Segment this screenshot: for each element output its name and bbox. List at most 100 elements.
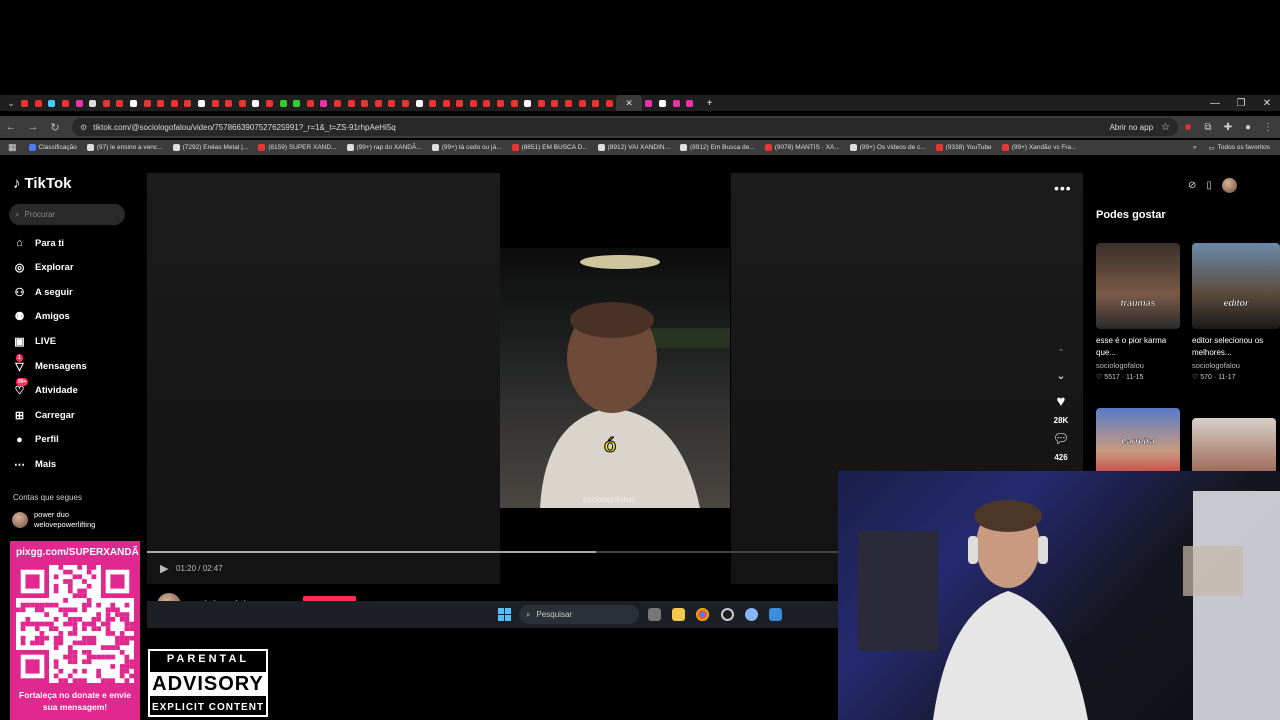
app-blue-icon[interactable] (769, 608, 782, 621)
tab-favicon[interactable] (208, 97, 222, 109)
like-icon[interactable]: ♥ (1050, 393, 1072, 410)
tab-favicon[interactable] (249, 97, 263, 109)
tab-favicon[interactable] (344, 97, 358, 109)
card-thumbnail[interactable]: traumas (1096, 243, 1180, 329)
bookmark-item[interactable]: (9338) YouTube (935, 144, 992, 151)
sidebar-item-live[interactable]: ▣ LIVE (12, 333, 56, 349)
video-content[interactable] (500, 248, 730, 508)
taskbar-search[interactable]: ⌕ Pesquisar (519, 605, 639, 624)
suggestion-card[interactable]: editor editor selecionou os melhores... so… (1192, 243, 1280, 381)
url-text[interactable]: tiktok.com/@sociologofalou/video/7578663… (93, 123, 1109, 132)
tab-favicon[interactable] (317, 97, 331, 109)
close-window-icon[interactable]: ✕ (1254, 98, 1280, 109)
tab-favicon[interactable] (642, 97, 656, 109)
progress-bar[interactable] (147, 551, 838, 553)
chrome-icon[interactable] (696, 608, 709, 621)
tab-favicon[interactable] (548, 97, 562, 109)
menu-icon[interactable]: ⋮ (1258, 122, 1278, 133)
bookmark-item[interactable]: (99+) Xandão vs Fra... (1001, 144, 1077, 151)
sidebar-item-atividade[interactable]: ♡ 99+ Atividade (12, 378, 78, 399)
tab-favicon[interactable] (589, 97, 603, 109)
sidebar-item-mensagens[interactable]: ▽ 1 Mensagens (12, 353, 87, 374)
play-icon[interactable]: ▶ (160, 562, 168, 575)
tab-favicon[interactable] (521, 97, 535, 109)
all-bookmarks-folder[interactable]: ▭ Todos os favoritos (1208, 144, 1270, 152)
forward-icon[interactable]: → (22, 121, 44, 133)
suggestion-card[interactable]: traumas esse é o pior karma que... sociolo… (1096, 243, 1180, 381)
tab-favicon[interactable] (140, 97, 154, 109)
omnibox[interactable]: ⚙ tiktok.com/@sociologofalou/video/75786… (72, 118, 1178, 136)
card-user[interactable]: sociologofalou (1096, 361, 1180, 370)
maximize-icon[interactable]: ❐ (1228, 98, 1254, 109)
bookmark-item[interactable]: (8912) Em Busca de... (680, 144, 755, 151)
sidebar-item-mais[interactable]: ⋯ Mais (12, 456, 56, 472)
search-input[interactable]: ⌕ Procurar (9, 204, 125, 225)
tab-favicon[interactable] (507, 97, 521, 109)
bookmarks-overflow-icon[interactable]: » (1193, 144, 1197, 151)
tab-favicon[interactable] (45, 97, 59, 109)
tab-favicon[interactable] (236, 97, 250, 109)
bookmark-item[interactable]: (7292) Enéas Metal |... (172, 144, 248, 151)
bookmark-item[interactable]: (8851) EM BUSCA D... (511, 144, 588, 151)
bookmark-item[interactable]: (99+) tá cedo ou já... (431, 144, 502, 151)
tab-favicon[interactable] (399, 97, 413, 109)
card-thumbnail[interactable]: editor (1192, 243, 1280, 329)
bookmark-item[interactable]: (99+) Os vídeos de c... (849, 144, 926, 151)
tab-favicon[interactable] (72, 97, 86, 109)
tiktok-logo[interactable]: ♪ TikTok (13, 175, 71, 192)
extension-icon[interactable]: ⧉ (1198, 122, 1218, 133)
apps-grid-icon[interactable]: ▦ (8, 142, 17, 153)
tab-favicon[interactable] (168, 97, 182, 109)
active-tab-close-icon[interactable]: ✕ (616, 95, 643, 111)
open-in-app-button[interactable]: Abrir no app (1109, 123, 1153, 132)
tab-favicon[interactable] (59, 97, 73, 109)
comment-icon[interactable]: 💬︎ (1050, 431, 1072, 447)
tab-favicon[interactable] (669, 97, 683, 109)
tab-favicon[interactable] (494, 97, 508, 109)
extensions-puzzle-icon[interactable]: ✚ (1218, 122, 1238, 133)
tab-favicon[interactable] (371, 97, 385, 109)
tab-favicon[interactable] (290, 97, 304, 109)
tab-favicon[interactable] (154, 97, 168, 109)
bookmark-item[interactable]: (99+) rap do XANDÃ... (346, 144, 422, 151)
next-video-icon[interactable]: ⌄ (1050, 369, 1072, 382)
tab-favicon[interactable] (303, 97, 317, 109)
tab-favicon[interactable] (603, 97, 617, 109)
file-explorer-icon[interactable] (672, 608, 685, 621)
device-icon[interactable]: ▯ (1206, 180, 1212, 191)
coin-icon[interactable]: ⊘ (1188, 180, 1196, 191)
tab-favicon[interactable] (263, 97, 277, 109)
extension-red-icon[interactable]: ■ (1178, 122, 1198, 133)
reload-icon[interactable]: ↻ (44, 121, 66, 134)
bookmark-item[interactable]: (8159) SUPER XAND... (258, 144, 337, 151)
back-icon[interactable]: ← (0, 121, 22, 133)
card-user[interactable]: sociologofalou (1192, 361, 1280, 370)
more-options-icon[interactable]: ••• (1054, 180, 1072, 196)
tab-favicon[interactable] (385, 97, 399, 109)
tab-favicon[interactable] (195, 97, 209, 109)
new-tab-icon[interactable]: + (697, 98, 723, 109)
sidebar-item-explorar[interactable]: ◎ Explorar (12, 260, 74, 276)
profile-avatar-icon[interactable]: ● (1238, 122, 1258, 133)
tab-favicon[interactable] (113, 97, 127, 109)
tab-favicon[interactable] (86, 97, 100, 109)
tab-favicon[interactable] (222, 97, 236, 109)
tab-favicon[interactable] (575, 97, 589, 109)
tab-favicon[interactable] (331, 97, 345, 109)
minimize-icon[interactable]: — (1202, 98, 1228, 109)
tab-favicon[interactable] (412, 97, 426, 109)
star-icon[interactable]: ☆ (1161, 122, 1170, 133)
tab-search-chevron-icon[interactable]: ⌄ (4, 96, 18, 110)
task-view-icon[interactable] (648, 608, 661, 621)
following-item[interactable]: power duo welovepowerlifting (12, 510, 112, 530)
tab-favicon[interactable] (18, 97, 32, 109)
tab-favicon[interactable] (127, 97, 141, 109)
tab-favicon[interactable] (683, 97, 697, 109)
tab-favicon[interactable] (426, 97, 440, 109)
tab-favicon[interactable] (562, 97, 576, 109)
site-info-icon[interactable]: ⚙ (80, 123, 87, 132)
card-title[interactable]: editor selecionou os melhores... (1192, 335, 1280, 359)
bookmark-item[interactable]: (9078) MANTIS · XA... (764, 144, 840, 151)
app-icon[interactable] (721, 608, 734, 621)
card-title[interactable]: esse é o pior karma que... (1096, 335, 1180, 359)
